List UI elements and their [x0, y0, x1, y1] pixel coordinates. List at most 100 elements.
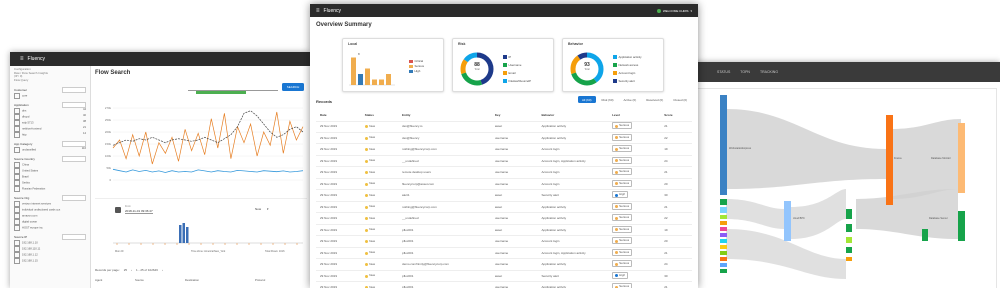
- filter-item[interactable]: HOST europe inc: [14, 225, 86, 232]
- legend-item[interactable]: Security alert: [613, 77, 642, 85]
- legend-item[interactable]: Account login: [613, 69, 642, 77]
- legend-checkbox[interactable]: [409, 64, 413, 69]
- legend-checkbox[interactable]: [613, 55, 617, 59]
- search-input[interactable]: [188, 84, 278, 91]
- menu-icon[interactable]: ≡: [316, 8, 320, 14]
- legend-item[interactable]: Application activity: [613, 53, 642, 61]
- column-header[interactable]: Entity: [398, 113, 491, 117]
- legend-checkbox[interactable]: [409, 69, 413, 74]
- filter-checkbox[interactable]: [14, 186, 20, 193]
- records-tab[interactable]: Active (0): [620, 96, 641, 103]
- nav-topn[interactable]: TOPN: [740, 70, 750, 74]
- table-row[interactable]: 29 Nov 2019 New pfloc001 username Account lo…: [316, 248, 692, 259]
- card-risk: Risk 88 Total IP Username Email FileHashSou…: [452, 38, 554, 92]
- from-value[interactable]: 2018-11-01 09:36:47: [125, 209, 153, 214]
- column-header[interactable]: Level: [608, 113, 660, 117]
- table-row[interactable]: 29 Nov 2019 New pfloc001 asset Security aler…: [316, 271, 692, 282]
- menu-icon[interactable]: ≡: [20, 56, 24, 62]
- filter-item-label: Russian Federation: [22, 188, 46, 192]
- chevron-down-icon[interactable]: ▾: [690, 9, 692, 13]
- local-legend: Critical Serious High: [409, 59, 424, 74]
- column-header[interactable]: Score: [660, 113, 692, 117]
- filter-input[interactable]: [62, 195, 86, 202]
- column-header[interactable]: Date: [316, 113, 361, 117]
- table-row[interactable]: 29 Nov 2019 New pfloc001 asset Application a…: [316, 225, 692, 236]
- col-protocol[interactable]: Protocol: [255, 278, 295, 284]
- sankey-node-6: [720, 233, 727, 237]
- legend-label: IP: [508, 55, 512, 59]
- search-button[interactable]: SEARCH: [282, 83, 304, 91]
- filter-checkbox[interactable]: [14, 147, 20, 154]
- cell-behavior: Account login, Application activity: [541, 158, 586, 163]
- records-tab[interactable]: Resolved (0): [642, 96, 667, 103]
- nav-status[interactable]: STATUS: [717, 70, 730, 74]
- chevron-down-icon[interactable]: ▾: [267, 207, 269, 211]
- table-row[interactable]: 29 Nov 2019 New dev@fluency username Applica…: [316, 133, 692, 144]
- col-destination[interactable]: Destination: [185, 278, 255, 284]
- legend-item[interactable]: FileHashSourceIP: [503, 77, 531, 85]
- filter-checkbox[interactable]: [14, 225, 20, 232]
- sankey-node-4: [720, 221, 727, 225]
- legend-item[interactable]: Network access: [613, 61, 642, 69]
- legend-checkbox[interactable]: [503, 63, 507, 67]
- sankey-node-mid-2: [846, 224, 852, 232]
- filter-checkbox[interactable]: [14, 258, 20, 265]
- table-row[interactable]: 29 Nov 2019 New demo.comfrimity@fluencycor…: [316, 259, 692, 271]
- legend-checkbox[interactable]: [409, 59, 413, 64]
- table-row[interactable]: 29 Nov 2019 New fluencycorp@asset.com usern…: [316, 179, 692, 190]
- filter-checkbox[interactable]: [14, 132, 20, 139]
- pager: Records per page: 25 ‹ 1 - 25 of 102646 …: [95, 266, 307, 274]
- table-row[interactable]: 29 Nov 2019 New remote desktop users userna…: [316, 167, 692, 179]
- column-header[interactable]: Behavior: [537, 113, 608, 117]
- filter-item[interactable]: 192.168.1.15: [14, 258, 86, 265]
- legend-checkbox[interactable]: [613, 79, 617, 83]
- legend-item[interactable]: Email: [503, 69, 531, 77]
- col-source[interactable]: Source: [135, 278, 185, 284]
- records-tab[interactable]: Closed (0): [669, 96, 691, 103]
- filter-item[interactable]: Russian Federation: [14, 186, 86, 193]
- filter-input[interactable]: [62, 234, 86, 241]
- legend-item[interactable]: IP: [503, 53, 531, 61]
- filter-input[interactable]: [62, 156, 86, 163]
- filter-input[interactable]: [62, 87, 86, 94]
- table-row[interactable]: 29 Nov 2019 New nothing@fluencycorp.com use…: [316, 144, 692, 156]
- column-header[interactable]: Status: [361, 113, 398, 117]
- records-tab[interactable]: All (60): [578, 96, 596, 103]
- welcome-user[interactable]: WELCOME CHRIS: [663, 9, 689, 13]
- legend-checkbox[interactable]: [613, 71, 617, 75]
- level-text: Serious: [619, 203, 630, 208]
- cell-score: 20: [664, 181, 668, 186]
- column-header[interactable]: Key: [491, 113, 538, 117]
- col-agent[interactable]: Agent: [95, 278, 135, 284]
- cell-score: 24: [664, 158, 668, 163]
- filter-item[interactable]: http 14: [14, 132, 86, 139]
- legend-checkbox[interactable]: [503, 79, 507, 83]
- filter-item[interactable]: core: [14, 93, 86, 100]
- filter-group-title: Source IP: [14, 235, 28, 240]
- filter-checkbox[interactable]: [14, 93, 20, 100]
- calendar-icon[interactable]: [115, 207, 121, 213]
- table-row[interactable]: 29 Nov 2019 New __undefined username Applica…: [316, 213, 692, 225]
- cell-status: New: [361, 158, 398, 163]
- legend-checkbox[interactable]: [613, 63, 617, 67]
- table-row[interactable]: 29 Nov 2019 New alert1 asset Security alert H…: [316, 190, 692, 202]
- legend-checkbox[interactable]: [503, 55, 507, 59]
- results-header: Agent Source Destination Protocol: [95, 278, 307, 284]
- page-prev-icon[interactable]: ‹: [131, 268, 132, 272]
- page-next-icon[interactable]: ›: [162, 268, 163, 272]
- sankey-node-2: [720, 207, 727, 213]
- table-row[interactable]: 29 Nov 2019 New nothing@fluencycorp.com ass…: [316, 202, 692, 213]
- table-row[interactable]: 29 Nov 2019 New dev@fluency.io asset Applica…: [316, 121, 692, 133]
- table-row[interactable]: 29 Nov 2019 New pfloc001 username Applicatio…: [316, 282, 692, 288]
- rows-per-page-select[interactable]: 25: [124, 268, 127, 272]
- nav-tracking[interactable]: TRACKING: [760, 70, 778, 74]
- legend-item[interactable]: High: [409, 69, 424, 74]
- records-tab[interactable]: Risk (60): [598, 96, 618, 103]
- filter-item[interactable]: unclassified 116: [14, 147, 86, 154]
- legend-item[interactable]: Username: [503, 61, 531, 69]
- table-row[interactable]: 29 Nov 2019 New pfloc001 username Account lo…: [316, 236, 692, 248]
- cell-level: Serious: [608, 260, 660, 268]
- now-select[interactable]: Now: [255, 207, 261, 211]
- table-row[interactable]: 29 Nov 2019 New __undefined username Account…: [316, 156, 692, 167]
- legend-checkbox[interactable]: [503, 71, 507, 75]
